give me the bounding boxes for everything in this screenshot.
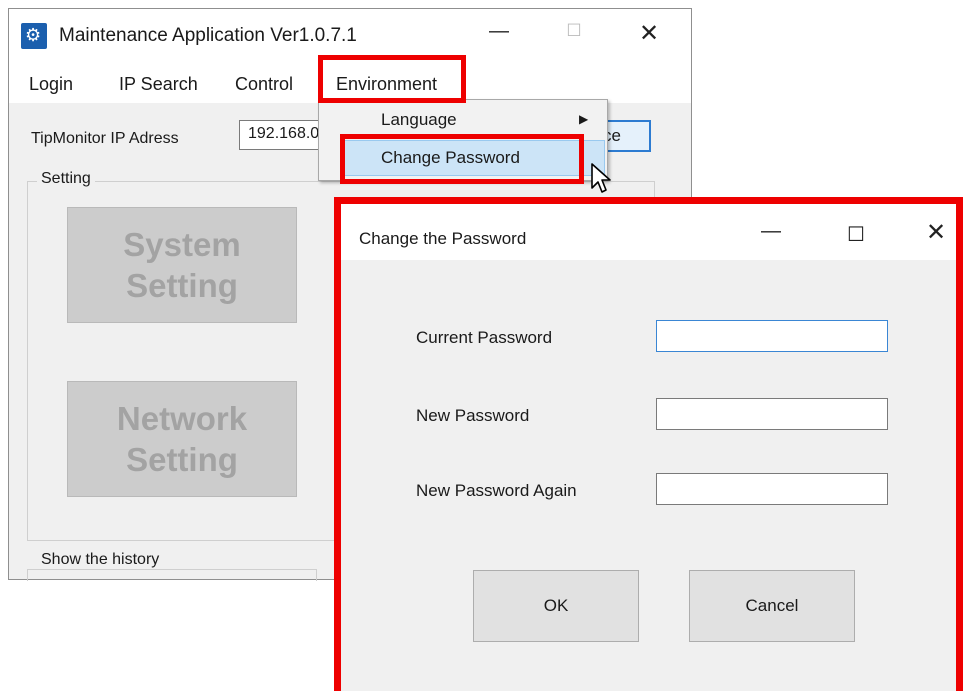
cancel-button[interactable]: Cancel: [689, 570, 855, 642]
setting-legend: Setting: [37, 170, 95, 188]
new-password-input[interactable]: [656, 398, 888, 430]
current-password-input[interactable]: [656, 320, 888, 352]
new-password-label: New Password: [416, 406, 530, 425]
dialog-maximize-button[interactable]: ☐: [836, 222, 876, 247]
menu-login[interactable]: Login: [29, 74, 73, 95]
app-icon: ⚙: [21, 23, 47, 49]
dialog-body: Current Password New Password New Passwo…: [341, 260, 956, 691]
new-password-again-label: New Password Again: [416, 481, 577, 500]
change-password-dialog: Change the Password — ☐ ✕ Current Passwo…: [334, 197, 963, 691]
system-setting-button[interactable]: System Setting: [67, 207, 297, 323]
dialog-minimize-button[interactable]: —: [751, 220, 791, 243]
window-title: Maintenance Application Ver1.0.7.1: [59, 25, 357, 46]
menu-control[interactable]: Control: [235, 74, 293, 95]
close-button[interactable]: ✕: [629, 19, 669, 48]
ip-address-input[interactable]: 192.168.0: [239, 120, 319, 150]
maximize-button[interactable]: ☐: [554, 21, 594, 41]
menu-item-language[interactable]: Language: [381, 110, 457, 130]
network-setting-button[interactable]: Network Setting: [67, 381, 297, 497]
history-legend: Show the history: [37, 551, 164, 569]
current-password-label: Current Password: [416, 328, 553, 347]
new-password-again-input[interactable]: [656, 473, 888, 505]
ip-address-label: TipMonitor IP Adress: [31, 130, 179, 147]
submenu-arrow-icon: ▶: [579, 112, 589, 126]
minimize-button[interactable]: —: [479, 20, 519, 43]
dialog-close-button[interactable]: ✕: [916, 218, 956, 247]
dialog-title: Change the Password: [359, 229, 527, 248]
highlight-box-environment: [318, 55, 466, 103]
history-group: [27, 569, 317, 581]
ok-button[interactable]: OK: [473, 570, 639, 642]
menu-ip-search[interactable]: IP Search: [119, 74, 198, 95]
highlight-box-change-password: [340, 134, 584, 184]
